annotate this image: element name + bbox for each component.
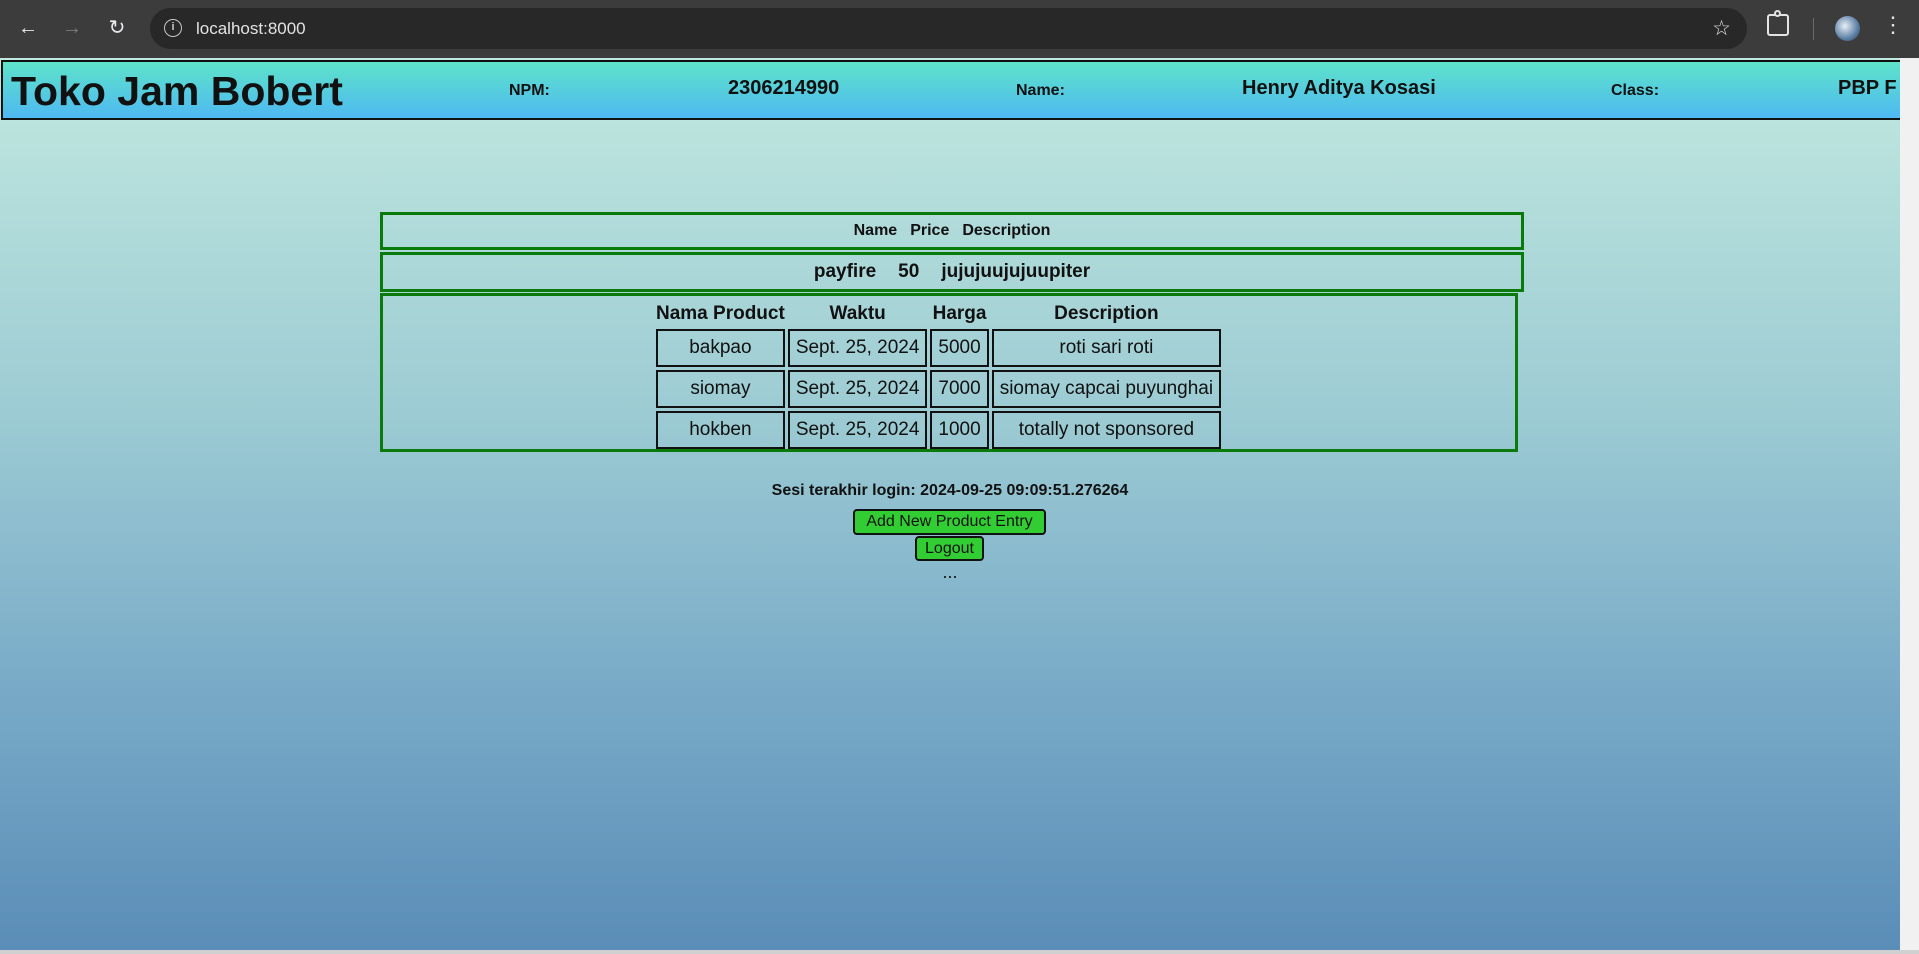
- column-header: Harga: [932, 303, 987, 324]
- table-row: bakpao Sept. 25, 2024 5000 roti sari rot…: [656, 329, 1222, 367]
- product-price-cell: 7000: [930, 370, 989, 408]
- name-value: Henry Aditya Kosasi: [1242, 77, 1436, 99]
- summary-name: payfire: [813, 261, 877, 282]
- products-table: Nama Product Waktu Harga Description bak…: [653, 298, 1224, 452]
- summary-row: payfire 50 jujujuujujuupiter: [380, 252, 1524, 292]
- product-name-cell: siomay: [656, 370, 785, 408]
- column-header: Waktu: [829, 303, 886, 324]
- browser-toolbar: ← → ↻ i localhost:8000 ☆ ⋮: [0, 0, 1919, 58]
- back-arrow-icon[interactable]: ←: [13, 13, 43, 43]
- product-price-cell: 1000: [930, 411, 989, 449]
- class-label: Class:: [1611, 82, 1660, 99]
- reload-icon[interactable]: ↻: [102, 13, 132, 43]
- product-name-cell: hokben: [656, 411, 785, 449]
- forward-arrow-icon[interactable]: →: [57, 13, 87, 43]
- site-info-icon[interactable]: i: [164, 19, 182, 37]
- url-text[interactable]: localhost:8000: [196, 19, 306, 39]
- summary-header-price: Price: [910, 222, 950, 239]
- table-row: hokben Sept. 25, 2024 1000 totally not s…: [656, 411, 1222, 449]
- product-description-cell: siomay capcai puyunghai: [991, 370, 1222, 408]
- add-product-button[interactable]: Add New Product Entry: [853, 509, 1046, 535]
- summary-price: 50: [898, 261, 920, 282]
- site-title: Toko Jam Bobert: [11, 68, 343, 114]
- page-viewport: Toko Jam Bobert NPM: 2306214990 Name: He…: [0, 58, 1900, 952]
- ellipsis-text: ...: [942, 562, 958, 582]
- products-container: Nama Product Waktu Harga Description bak…: [380, 293, 1518, 452]
- product-date-cell: Sept. 25, 2024: [787, 329, 928, 367]
- product-price-cell: 5000: [930, 329, 989, 367]
- name-label: Name:: [1016, 82, 1065, 99]
- profile-avatar[interactable]: [1835, 16, 1860, 41]
- class-value: PBP F: [1838, 77, 1897, 99]
- product-name-cell: bakpao: [656, 329, 785, 367]
- summary-description: jujujuujujuupiter: [941, 261, 1091, 282]
- table-row: siomay Sept. 25, 2024 7000 siomay capcai…: [656, 370, 1222, 408]
- npm-label: NPM:: [509, 82, 550, 99]
- star-icon[interactable]: ☆: [1712, 16, 1731, 41]
- puzzle-icon[interactable]: [1767, 10, 1789, 36]
- toolbar-divider: [1813, 18, 1814, 40]
- summary-header-name: Name: [853, 222, 898, 239]
- kebab-menu-icon[interactable]: ⋮: [1882, 14, 1904, 36]
- product-description-cell: roti sari roti: [991, 329, 1222, 367]
- column-header: Nama Product: [656, 303, 785, 324]
- logout-button[interactable]: Logout: [915, 536, 984, 561]
- last-login-text: Sesi terakhir login: 2024-09-25 09:09:51…: [771, 482, 1129, 499]
- table-header-row: Nama Product Waktu Harga Description: [656, 301, 1221, 326]
- vertical-scrollbar[interactable]: [1900, 58, 1919, 954]
- column-header: Description: [1054, 303, 1159, 324]
- summary-header-description: Description: [962, 222, 1051, 239]
- horizontal-scrollbar[interactable]: [0, 950, 1919, 954]
- product-date-cell: Sept. 25, 2024: [787, 411, 928, 449]
- address-bar[interactable]: i localhost:8000 ☆: [150, 8, 1747, 49]
- product-date-cell: Sept. 25, 2024: [787, 370, 928, 408]
- summary-header: Name Price Description: [380, 212, 1524, 250]
- npm-value: 2306214990: [728, 77, 840, 99]
- site-header: Toko Jam Bobert NPM: 2306214990 Name: He…: [1, 60, 1900, 120]
- product-description-cell: totally not sponsored: [991, 411, 1222, 449]
